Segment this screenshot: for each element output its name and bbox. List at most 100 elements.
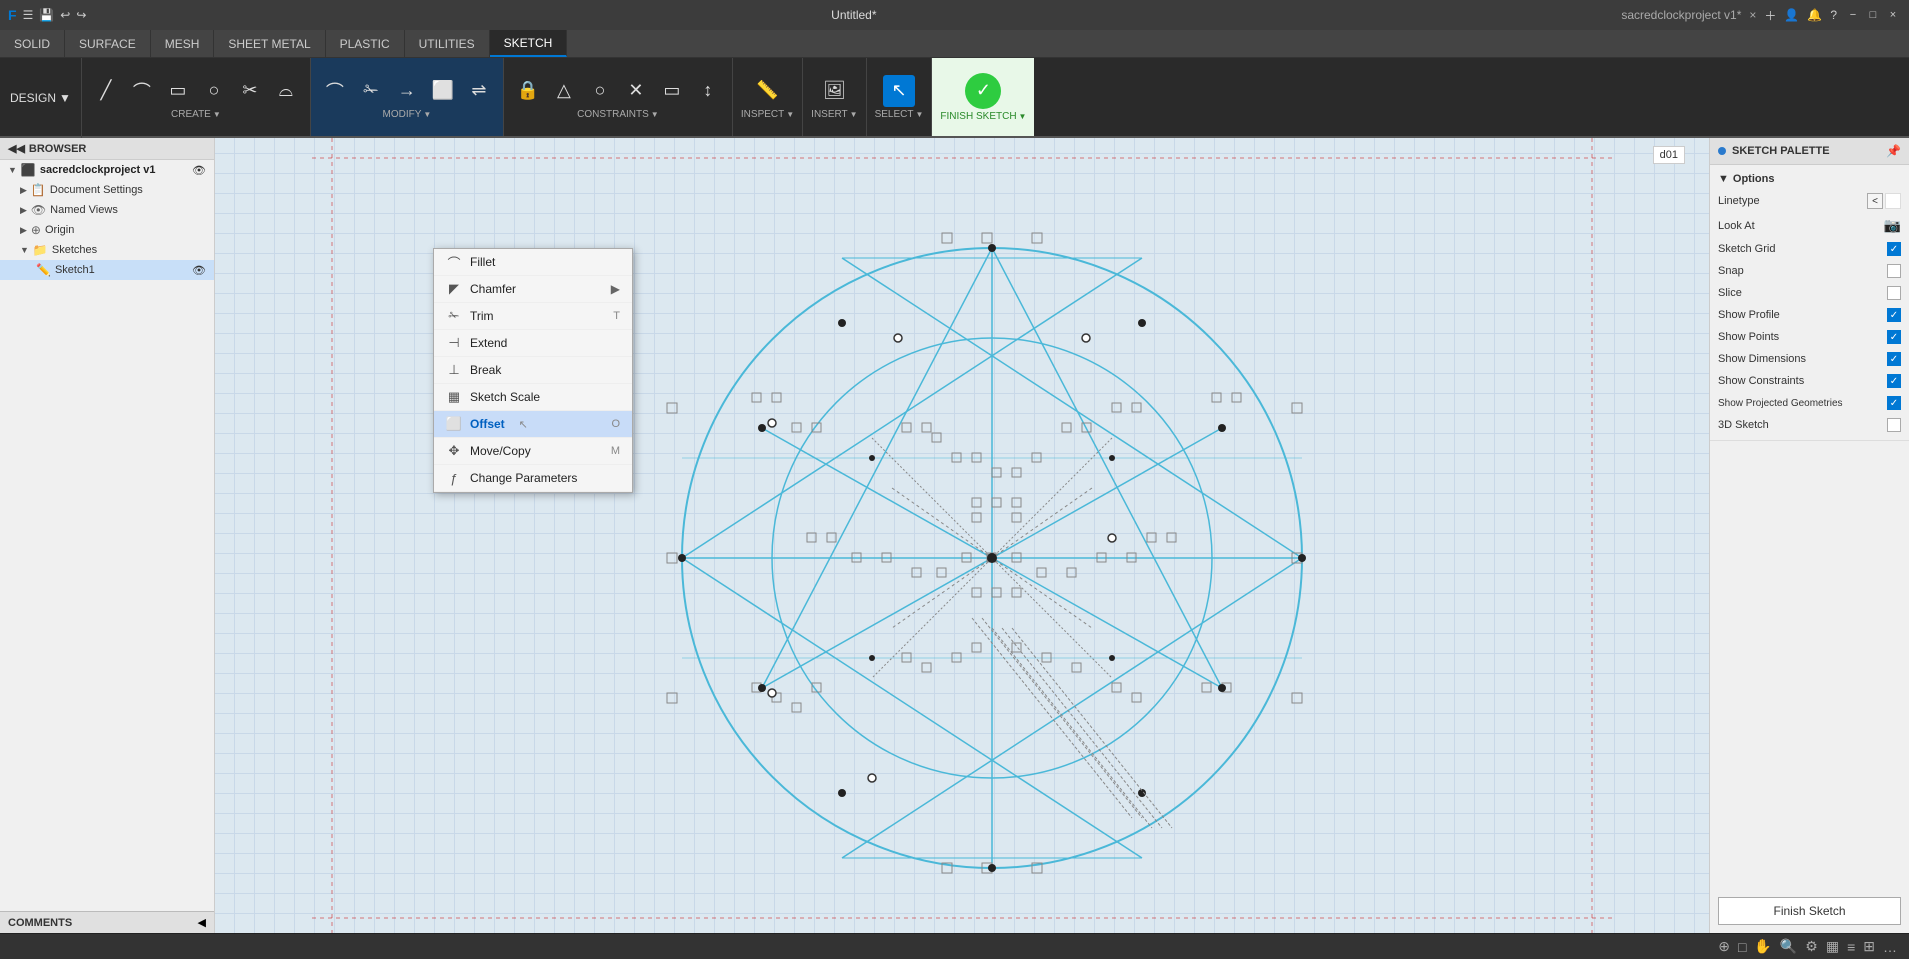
spline-icon[interactable]: ⌓ bbox=[270, 75, 302, 107]
menu-item-offset[interactable]: ⬜ Offset ↖ O bbox=[434, 411, 632, 438]
close-button[interactable]: × bbox=[1885, 7, 1901, 23]
undo-icon[interactable]: ↩ bbox=[60, 8, 70, 22]
show-points-checkbox[interactable]: ✓ bbox=[1887, 330, 1901, 344]
menu-item-sketch-scale[interactable]: ▦ Sketch Scale bbox=[434, 384, 632, 411]
tab-sketch[interactable]: SKETCH bbox=[490, 30, 568, 57]
fillet-icon[interactable]: ⌒ bbox=[319, 75, 351, 107]
sketch-canvas[interactable]: d01 bbox=[215, 138, 1709, 933]
change-params-menu-icon: ƒ bbox=[446, 470, 462, 486]
arrow2-icon[interactable]: ↕ bbox=[692, 75, 724, 107]
browser-eye-icon[interactable]: 👁 bbox=[192, 164, 206, 177]
select-section-label[interactable]: SELECT ▼ bbox=[875, 109, 924, 120]
extend-icon[interactable]: → bbox=[391, 75, 423, 107]
menu-item-move-copy[interactable]: ✥ Move/Copy M bbox=[434, 438, 632, 465]
project-label: sacredclockproject v1 bbox=[40, 164, 156, 176]
slice-checkbox[interactable] bbox=[1887, 286, 1901, 300]
circ-icon[interactable]: ○ bbox=[584, 75, 616, 107]
account-icon[interactable]: 👤 bbox=[1784, 8, 1799, 22]
options-section-header[interactable]: ▼ Options bbox=[1718, 169, 1901, 189]
mirror-icon[interactable]: ⇌ bbox=[463, 75, 495, 107]
browser-item-origin[interactable]: ▶ ⊕ Origin bbox=[0, 220, 214, 240]
zoom-icon[interactable]: 🔍 bbox=[1780, 938, 1797, 955]
list-view-icon[interactable]: ≡ bbox=[1847, 939, 1855, 955]
add-tab-icon[interactable]: ＋ bbox=[1764, 7, 1776, 24]
measure-icon[interactable]: 📏 bbox=[752, 75, 784, 107]
insert-section-label[interactable]: INSERT ▼ bbox=[811, 109, 857, 120]
3d-sketch-checkbox[interactable] bbox=[1887, 418, 1901, 432]
inspect-section-label[interactable]: INSPECT ▼ bbox=[741, 109, 794, 120]
more-icon[interactable]: … bbox=[1883, 939, 1897, 955]
finish-sketch-palette-button[interactable]: Finish Sketch bbox=[1718, 897, 1901, 925]
snap-checkbox[interactable] bbox=[1887, 264, 1901, 278]
finish-check-icon[interactable]: ✓ bbox=[965, 73, 1001, 109]
comments-expand-icon[interactable]: ◀ bbox=[198, 916, 206, 929]
notification-icon[interactable]: 🔔 bbox=[1807, 8, 1822, 22]
trim-icon[interactable]: ✁ bbox=[355, 75, 387, 107]
tab-sheet-metal[interactable]: SHEET METAL bbox=[214, 30, 325, 57]
sketch-grid-checkbox[interactable]: ✓ bbox=[1887, 242, 1901, 256]
menu-item-change-params[interactable]: ƒ Change Parameters bbox=[434, 465, 632, 492]
help-icon[interactable]: ? bbox=[1830, 8, 1837, 22]
menu-item-extend[interactable]: ⊣ Extend bbox=[434, 330, 632, 357]
change-params-label: Change Parameters bbox=[470, 471, 577, 485]
x-icon[interactable]: ✕ bbox=[620, 75, 652, 107]
origin-status-icon[interactable]: ⊕ bbox=[1718, 938, 1730, 955]
show-profile-checkbox[interactable]: ✓ bbox=[1887, 308, 1901, 322]
finish-sketch-section-label[interactable]: FINISH SKETCH ▼ bbox=[940, 111, 1026, 122]
lock-icon[interactable]: 🔒 bbox=[512, 75, 544, 107]
grid-view-icon[interactable]: ▦ bbox=[1826, 938, 1839, 955]
close-second-icon[interactable]: × bbox=[1749, 8, 1756, 22]
rect-icon[interactable]: ▭ bbox=[162, 75, 194, 107]
linetype-prev-button[interactable]: < bbox=[1867, 193, 1883, 209]
design-button[interactable]: DESIGN ▼ bbox=[0, 58, 82, 138]
tab-utilities[interactable]: UTILITIES bbox=[405, 30, 490, 57]
show-dimensions-checkbox[interactable]: ✓ bbox=[1887, 352, 1901, 366]
minimize-button[interactable]: − bbox=[1845, 7, 1861, 23]
browser-item-sketch1[interactable]: ✏️ Sketch1 👁 bbox=[0, 260, 214, 280]
select-cursor-icon[interactable]: ↖ bbox=[883, 75, 915, 107]
scissors-icon[interactable]: ✂ bbox=[234, 75, 266, 107]
image-icon[interactable]: 🖼 bbox=[818, 75, 850, 107]
rect2-icon[interactable]: ▭ bbox=[656, 75, 688, 107]
create-section-label[interactable]: CREATE ▼ bbox=[171, 109, 221, 120]
browser-item-project[interactable]: ▼ ⬛ sacredclockproject v1 👁 bbox=[0, 160, 214, 180]
browser-item-doc-settings[interactable]: ▶ 📋 Document Settings bbox=[0, 180, 214, 200]
menu-item-break[interactable]: ⊥ Break bbox=[434, 357, 632, 384]
pan-icon[interactable]: ✋ bbox=[1754, 938, 1771, 955]
save-icon[interactable]: 💾 bbox=[39, 8, 54, 22]
redo-icon[interactable]: ↪ bbox=[76, 8, 86, 22]
tri-icon[interactable]: △ bbox=[548, 75, 580, 107]
maximize-button[interactable]: □ bbox=[1865, 7, 1881, 23]
linetype-next-button[interactable] bbox=[1885, 193, 1901, 209]
circle-icon[interactable]: ○ bbox=[198, 75, 230, 107]
constraints-section-label[interactable]: CONSTRAINTS ▼ bbox=[577, 109, 659, 120]
offset-icon[interactable]: ⬜ bbox=[427, 75, 459, 107]
menu-item-chamfer[interactable]: ◤ Chamfer ▶ bbox=[434, 276, 632, 303]
browser-item-sketches[interactable]: ▼ 📁 Sketches bbox=[0, 240, 214, 260]
line-icon[interactable]: ╱ bbox=[90, 75, 122, 107]
tab-solid[interactable]: SOLID bbox=[0, 30, 65, 57]
toolbar-section-modify: ⌒ ✁ → ⬜ ⇌ MODIFY ▼ bbox=[311, 58, 504, 136]
view-cube-icon[interactable]: □ bbox=[1738, 939, 1746, 955]
show-projected-checkbox[interactable]: ✓ bbox=[1887, 396, 1901, 410]
settings-icon[interactable]: ⚙ bbox=[1805, 938, 1818, 955]
look-at-icon[interactable]: 📷 bbox=[1884, 217, 1901, 234]
tab-surface[interactable]: SURFACE bbox=[65, 30, 151, 57]
browser-item-named-views[interactable]: ▶ 👁 Named Views bbox=[0, 200, 214, 220]
menu-item-fillet[interactable]: ⌒ Fillet bbox=[434, 249, 632, 276]
show-constraints-checkbox[interactable]: ✓ bbox=[1887, 374, 1901, 388]
break-label: Break bbox=[470, 363, 501, 377]
browser-collapse-icon[interactable]: ◀◀ bbox=[8, 142, 25, 155]
menu-item-trim[interactable]: ✁ Trim T bbox=[434, 303, 632, 330]
sketch1-eye-icon[interactable]: 👁 bbox=[192, 264, 206, 277]
canvas-area[interactable]: d01 bbox=[215, 138, 1709, 933]
layout-icon[interactable]: ⊞ bbox=[1863, 938, 1875, 955]
tab-plastic[interactable]: PLASTIC bbox=[326, 30, 405, 57]
menu-icon[interactable]: ☰ bbox=[23, 8, 34, 22]
project-icon: ⬛ bbox=[21, 163, 36, 177]
modify-section-label[interactable]: MODIFY ▼ bbox=[383, 109, 432, 120]
palette-pin-icon[interactable]: 📌 bbox=[1886, 144, 1901, 158]
show-projected-label: Show Projected Geometries bbox=[1718, 398, 1843, 409]
arc-icon[interactable]: ⌒ bbox=[126, 75, 158, 107]
tab-mesh[interactable]: MESH bbox=[151, 30, 215, 57]
